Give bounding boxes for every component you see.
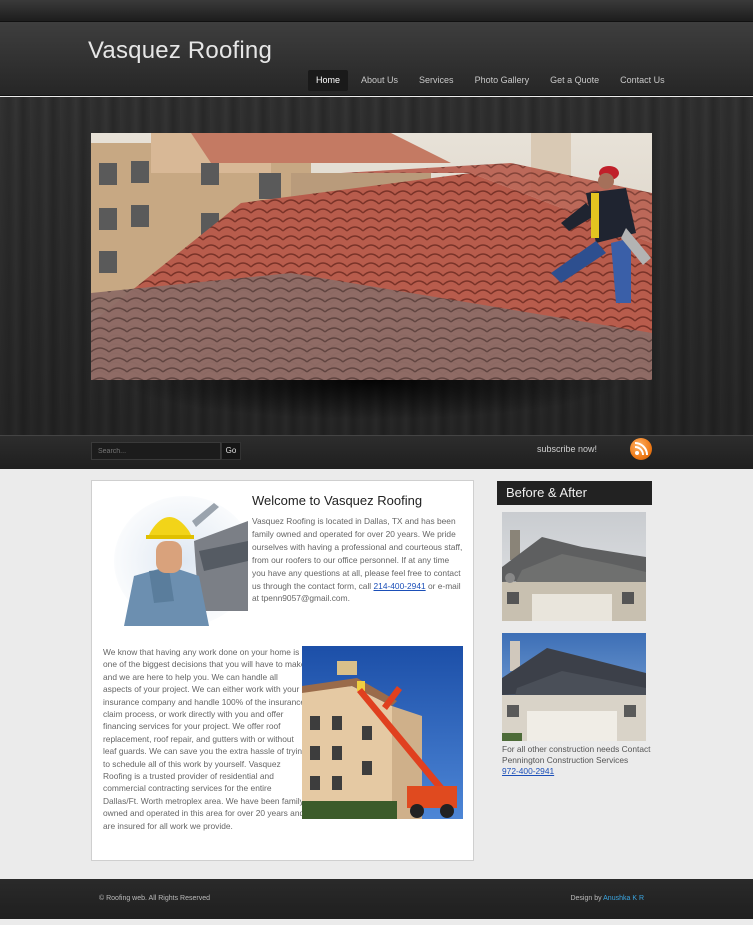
site-title[interactable]: Vasquez Roofing (88, 37, 272, 65)
roofer-photo (104, 491, 248, 626)
design-credit-prefix: Design by (570, 895, 604, 902)
nav-item-get-a-quote[interactable]: Get a Quote (542, 70, 607, 91)
design-credit: Design by Anushka K R (570, 895, 644, 902)
before-photo (502, 512, 646, 621)
subscribe-link[interactable]: subscribe now! (537, 444, 597, 454)
hero-image-roofer (91, 133, 652, 380)
nav-item-home[interactable]: Home (308, 70, 349, 91)
search-go-button[interactable]: Go (221, 442, 241, 460)
site-header: Vasquez Roofing Home About Us Services P… (0, 22, 753, 96)
sidebar-phone-link[interactable]: 972-400-2941 (502, 766, 554, 776)
designer-link[interactable]: Anushka K R (603, 895, 644, 902)
top-bar (0, 0, 753, 22)
phone-link[interactable]: 214-400-2941 (374, 581, 426, 591)
main-nav: Home About Us Services Photo Gallery Get… (308, 70, 678, 91)
banner-area (0, 97, 753, 435)
hero-shadow (120, 380, 625, 420)
copyright-text: © Roofing web. All Rights Reserved (99, 895, 210, 902)
nav-item-about-us[interactable]: About Us (353, 70, 406, 91)
after-photo (502, 633, 646, 741)
lift-crane-photo (302, 646, 463, 819)
sidebar-contact: For all other construction needs Contact… (502, 744, 652, 777)
welcome-title: Welcome to Vasquez Roofing (252, 493, 423, 508)
site-footer: © Roofing web. All Rights Reserved Desig… (0, 879, 753, 919)
welcome-text: Vasquez Roofing is located in Dallas, TX… (252, 515, 464, 605)
nav-item-photo-gallery[interactable]: Photo Gallery (467, 70, 538, 91)
search-bar: Go subscribe now! (0, 435, 753, 469)
nav-item-contact-us[interactable]: Contact Us (612, 70, 673, 91)
services-paragraph: We know that having any work done on you… (103, 647, 307, 831)
search-input[interactable] (91, 442, 221, 460)
nav-item-services[interactable]: Services (411, 70, 462, 91)
sidebar-title: Before & After (497, 481, 652, 505)
main-content: Welcome to Vasquez Roofing Vasquez Roofi… (91, 480, 474, 861)
rss-icon[interactable] (630, 438, 652, 460)
sidebar-note: For all other construction needs Contact… (502, 744, 651, 765)
welcome-text-body: Vasquez Roofing is located in Dallas, TX… (252, 516, 463, 591)
